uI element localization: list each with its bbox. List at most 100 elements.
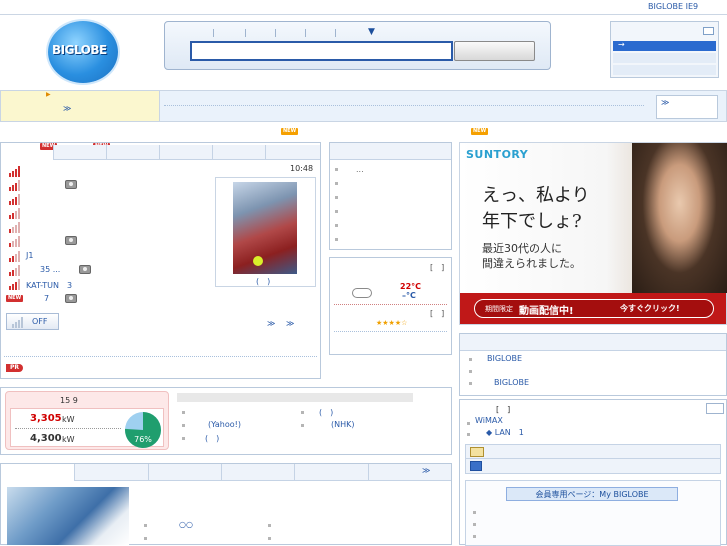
bottom-tab[interactable] [148,464,221,481]
bottom-tab[interactable] [74,464,148,481]
mail-icon [470,447,484,457]
new-badge: NEW [6,295,24,302]
topics-item[interactable]: ... [356,165,364,174]
user-icon [470,461,482,471]
bullet [182,424,185,427]
rank-bars-icon [9,180,21,191]
bottom-photo[interactable] [7,487,129,545]
topics-header [330,143,451,160]
search-panel: ▼ [164,21,551,70]
right-list-bracket: [ ] [496,405,511,414]
side-login-panel: → [610,21,719,78]
news-tab[interactable] [212,145,265,160]
power-capacity-unit: kW [62,435,75,444]
ad-cta-bar[interactable]: 期間限定 動画配信中! 今すぐクリック! [460,293,726,324]
gauge-label: 76% [134,435,152,444]
bullet [268,537,271,540]
right-list-panel: [ ] WiMAX ◆ LAN 1 会員専用ページ：My BIGLOBE [459,399,727,546]
camera-icon [79,265,91,274]
search-tab-divider [305,29,306,37]
off-toggle-button[interactable]: OFF [6,313,59,330]
rank-bars-icon [9,279,21,290]
right-link[interactable]: BIGLOBE [494,378,529,387]
bottom-more-link: ≫ [422,466,431,475]
weather-divider [334,331,447,332]
news-tab[interactable] [265,145,320,160]
biglobe-logo[interactable]: BIGLOBE [48,21,118,83]
pr-badge: PR [6,364,24,372]
ad-headline-2: 年下でしょ? [482,211,582,232]
mid-link[interactable]: (NHK) [331,420,355,429]
news-tab[interactable] [159,145,212,160]
notice-triangle-icon: ▶ [46,91,51,98]
ad-brand: SUNTORY [466,148,529,161]
ad-sub-1: 最近30代の人に [482,242,562,255]
weather-low: –°C [402,291,416,300]
rank-bars-icon [9,251,21,262]
news-item[interactable]: 35 ... [40,265,60,274]
mid-link[interactable]: ( ) [205,433,219,444]
bullet [469,382,472,385]
power-widget[interactable]: 15 9 3,305 kW 4,300 kW 76% [5,391,169,450]
search-tab-divider [213,29,214,37]
news-item[interactable]: J1 [26,251,33,260]
side-panel-row[interactable] [613,53,716,63]
news-tab[interactable] [53,145,106,160]
search-dropdown-icon[interactable]: ▼ [368,27,375,37]
bottom-link[interactable]: ○○ [179,520,193,529]
member-page-button[interactable]: 会員専用ページ：My BIGLOBE [506,487,678,501]
notice-more-link[interactable]: ≫ [63,104,71,113]
ad-cta-main: 動画配信中! [519,306,574,317]
user-row[interactable] [465,459,721,474]
bottom-tab[interactable] [221,464,294,481]
weather-bracket: [ ] [430,309,445,318]
lan-link[interactable]: ◆ LAN 1 [486,427,524,438]
mid-link[interactable]: (Yahoo!) [208,420,241,429]
news-item[interactable]: 7 [44,294,49,303]
window-icon[interactable] [703,27,714,35]
topics-panel: ... [329,142,452,250]
mid-link[interactable]: ( ) [319,407,333,418]
browser-link[interactable]: BIGLOBE IE9 [648,2,698,11]
rank-bars-icon [9,166,21,177]
ad-sub-2: 間違えられました。 [482,257,581,270]
news-more-link[interactable]: ≫ [267,319,275,328]
rank-bars-icon [9,222,21,233]
bars-icon [12,317,24,328]
login-button[interactable]: → [613,40,716,51]
news-more-link[interactable]: ≫ [286,319,294,328]
power-usage-value: 3,305 [30,413,62,424]
member-page-label: 会員専用ページ：My BIGLOBE [535,490,649,499]
news-tab[interactable] [106,145,159,160]
bottom-tab[interactable] [294,464,368,481]
search-button[interactable] [454,41,535,61]
notice-bar-yellow: ▶ ≫ [0,90,160,122]
bullet [473,511,476,514]
camera-icon [65,180,77,189]
bullet [335,182,338,185]
suntory-ad[interactable]: SUNTORY えっ、私より 年下でしょ? 最近30代の人に 間違えられました。… [459,142,727,325]
rank-bars-icon [9,236,21,247]
news-item[interactable]: KAT-TUN 3 [26,280,72,291]
bullet [182,437,185,440]
rank-bars-icon [9,208,21,219]
bottom-tab-more[interactable]: ≫ [368,464,451,481]
bullet [144,524,147,527]
search-tab-divider [335,29,336,37]
power-divider [15,428,121,429]
bullet [473,523,476,526]
mail-row[interactable] [465,444,721,459]
wimax-link[interactable]: WiMAX [475,416,503,425]
news-photo-frame[interactable]: ( ) [215,177,316,287]
right-list-toggle[interactable] [706,403,724,414]
weather-high: 22°C [400,282,422,291]
search-input[interactable] [190,41,453,61]
right-link[interactable]: BIGLOBE [487,354,522,363]
notice-right-box[interactable]: ≫ [656,95,718,119]
member-section: 会員専用ページ：My BIGLOBE [465,480,721,546]
search-tab-divider [275,29,276,37]
bullet [144,537,147,540]
side-panel-row[interactable] [613,65,716,75]
rank-bars-icon [9,194,21,205]
bullet [335,168,338,171]
